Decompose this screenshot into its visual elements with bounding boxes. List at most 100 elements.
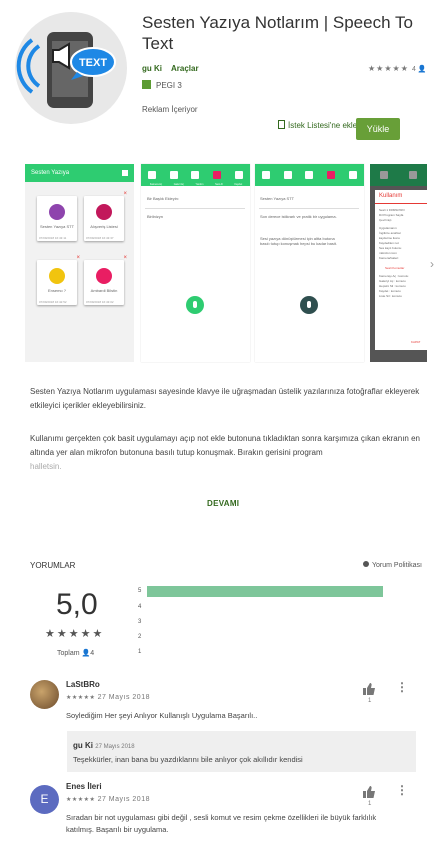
card-label: Alışveriş Listesi bbox=[90, 224, 118, 229]
card-label: Ambardi Bilstin bbox=[90, 288, 118, 293]
developer-reply: gu Ki 27 Mayıs 2018 Teşekkürler, inan ba… bbox=[67, 731, 416, 772]
save-icon[interactable] bbox=[235, 171, 244, 179]
document-icon bbox=[49, 268, 65, 284]
dialog-link[interactable]: Sesli Komutlar bbox=[385, 266, 404, 271]
pegi-label: PEGI 3 bbox=[156, 81, 182, 90]
help-icon[interactable] bbox=[191, 171, 200, 179]
camera-icon[interactable] bbox=[147, 171, 156, 179]
description-p3: halletsin. bbox=[30, 462, 62, 471]
mic-button[interactable] bbox=[300, 296, 318, 314]
more-options-icon[interactable]: ⋮ bbox=[396, 680, 408, 694]
card-date: 07/09/2018 16:43:02 bbox=[86, 300, 114, 304]
microphone-icon bbox=[307, 301, 311, 308]
microphone-icon bbox=[193, 301, 197, 308]
screenshot-3[interactable]: Sesten Yazıya STT Son derece istikrarlı … bbox=[255, 164, 364, 362]
title-input[interactable]: Bir Başlık Ekleyin: bbox=[147, 196, 179, 201]
rating-stars-icon: ★★★★★ bbox=[368, 64, 409, 73]
review-text: Sıradan bir not uygulaması gibi değil , … bbox=[66, 813, 377, 834]
description-p1: Sesten Yazıya Notlarım uygulaması sayesi… bbox=[30, 387, 420, 410]
voice-icon[interactable] bbox=[213, 171, 222, 179]
dialog-divider bbox=[375, 203, 427, 204]
screenshot-1[interactable]: Sesten Yazıya Sesten Yazıya STT 07/09/201… bbox=[25, 164, 134, 362]
delete-icon[interactable]: × bbox=[76, 255, 80, 261]
s3-toolbar bbox=[255, 164, 364, 186]
person-icon: 👤 bbox=[81, 650, 91, 657]
camera-icon bbox=[380, 171, 389, 179]
review-stars: ★★★★★ 27 Mayıs 2018 bbox=[66, 694, 150, 701]
edit-icon bbox=[122, 170, 128, 176]
usage-dialog: Kullanım Sesli 1 FRMSO'RO Dil Program Sa… bbox=[375, 190, 427, 350]
screenshot-2[interactable]: Kamera Aç Galeri Aç Yardım Sesi Al Kaydet Bi… bbox=[141, 164, 250, 362]
camera-icon[interactable] bbox=[261, 171, 270, 179]
note-card[interactable]: Sesten Yazıya STT 07/09/2018 16:43:11 bbox=[37, 196, 77, 241]
review-text: Soylediğim Her şeyi Anlıyor Kullanışlı U… bbox=[66, 711, 258, 720]
review-stars: ★★★★★ 27 Mayıs 2018 bbox=[66, 796, 150, 803]
reviewer-name: LaStBRo bbox=[66, 680, 100, 689]
card-label: Sesten Yazıya STT bbox=[39, 224, 75, 229]
body-input[interactable]: Birilnizyn bbox=[147, 214, 163, 219]
bar-label: 2 bbox=[138, 634, 142, 640]
screenshot-4[interactable]: Kullanım Sesli 1 FRMSO'RO Dil Program Sa… bbox=[370, 164, 427, 362]
s1-header: Sesten Yazıya bbox=[25, 164, 134, 182]
bar-label: 1 bbox=[138, 649, 142, 655]
save-icon[interactable] bbox=[349, 171, 358, 179]
icon-text: TEXT bbox=[79, 57, 107, 69]
info-icon bbox=[363, 561, 369, 567]
reply-author: gu Ki 27 Mayıs 2018 bbox=[73, 741, 135, 750]
gallery-icon[interactable] bbox=[283, 171, 292, 179]
divider bbox=[145, 208, 245, 209]
card-date: 07/09/2018 16:43:37 bbox=[86, 236, 114, 240]
dialog-line: Kamera/Galeri bbox=[379, 256, 399, 260]
dialog-close-button[interactable]: KAPAT bbox=[411, 340, 420, 345]
category-link[interactable]: Araçlar bbox=[171, 64, 199, 73]
more-options-icon[interactable]: ⋮ bbox=[396, 783, 408, 797]
like-count: 1 bbox=[368, 801, 372, 807]
note-body-1: Son derece istikrarlı ve pratik bir uygu… bbox=[260, 214, 337, 219]
next-screenshot-icon[interactable]: › bbox=[430, 257, 434, 271]
app-title: Sesten Yazıya Notlarım | Speech To Text bbox=[142, 13, 413, 53]
mic-button[interactable] bbox=[186, 296, 204, 314]
bar-label: 3 bbox=[138, 619, 142, 625]
reply-text: Teşekkürler, inan bana bu yazdıklarını b… bbox=[73, 755, 303, 764]
average-stars-icon: ★★★★★ bbox=[45, 628, 105, 640]
card-label: Ensemo ? bbox=[47, 288, 66, 293]
install-button[interactable]: Yükle bbox=[356, 118, 400, 140]
gallery-icon bbox=[408, 171, 417, 179]
avatar bbox=[30, 680, 59, 709]
average-score: 5,0 bbox=[56, 588, 98, 621]
app-icon: TEXT bbox=[15, 12, 127, 124]
note-card[interactable]: Alışveriş Listesi 07/09/2018 16:43:37 × bbox=[84, 191, 127, 241]
pegi-icon bbox=[142, 80, 151, 89]
card-icon bbox=[96, 268, 112, 284]
bar-label: 4 bbox=[138, 604, 142, 610]
avatar: E bbox=[30, 785, 59, 814]
card-date: 07/09/2018 16:43:11 bbox=[39, 236, 67, 240]
voice-icon[interactable] bbox=[327, 171, 336, 179]
read-more-button[interactable]: DEVAMI bbox=[207, 499, 239, 508]
developer-link[interactable]: gu Ki bbox=[142, 64, 162, 73]
dialog-title: Kullanım bbox=[379, 193, 403, 199]
note-card[interactable]: Ensemo ? 07/09/2018 16:42:52 × bbox=[37, 255, 80, 305]
note-card[interactable]: Ambardi Bilstin 07/09/2018 16:43:02 × bbox=[84, 255, 127, 305]
dialog-line: Liste Sil : komutu bbox=[379, 294, 402, 298]
help-icon[interactable] bbox=[305, 171, 314, 179]
divider bbox=[259, 208, 359, 209]
like-count: 1 bbox=[368, 698, 372, 704]
rating-count: 4 👤 bbox=[412, 66, 427, 73]
delete-icon[interactable]: × bbox=[123, 255, 127, 261]
delete-icon[interactable]: × bbox=[123, 191, 127, 197]
reviewer-name: Enes İleri bbox=[66, 782, 102, 791]
s2-toolbar-labels: Kamera Aç Galeri Aç Yardım Sesi Al Kaydet bbox=[149, 183, 243, 186]
thumbs-up-icon[interactable] bbox=[362, 682, 376, 696]
attachment-icon bbox=[96, 204, 112, 220]
gallery-icon[interactable] bbox=[169, 171, 178, 179]
bookmark-icon bbox=[278, 120, 285, 129]
dialog-line: Çevrimiçi. bbox=[379, 218, 393, 222]
note-icon bbox=[49, 204, 65, 220]
description-p2: Kullanımı gerçekten çok basit uygulamayı… bbox=[30, 434, 420, 457]
review-policy-link[interactable]: Yorum Politikası bbox=[363, 561, 422, 569]
thumbs-up-icon[interactable] bbox=[362, 785, 376, 799]
wishlist-button[interactable]: İstek Listesi'ne ekle bbox=[278, 120, 357, 130]
rating-bar-5 bbox=[147, 586, 383, 597]
reviews-heading: YORUMLAR bbox=[30, 561, 76, 570]
